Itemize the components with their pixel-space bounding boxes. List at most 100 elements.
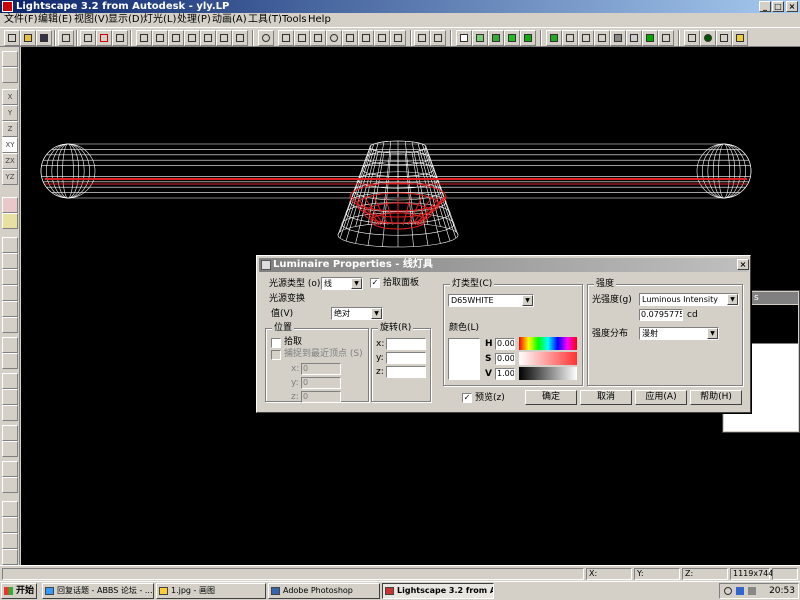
- orbit-icon[interactable]: [278, 30, 294, 46]
- add-point-icon[interactable]: [2, 461, 18, 477]
- textured-mode-icon[interactable]: [488, 30, 504, 46]
- roll-icon[interactable]: [390, 30, 406, 46]
- menu-tools[interactable]: Tools: [282, 13, 307, 27]
- edit-tool-icon-7[interactable]: [2, 441, 18, 457]
- view-cube-icon-1[interactable]: [136, 30, 152, 46]
- zoom-in-icon[interactable]: [326, 30, 342, 46]
- dialog-title-bar[interactable]: Luminaire Properties - 线灯具 ×: [259, 258, 749, 272]
- menu-tools-cn[interactable]: 工具(T): [248, 13, 282, 27]
- pick-checkbox[interactable]: [271, 338, 281, 348]
- ok-button[interactable]: 确定: [525, 390, 577, 405]
- wireframe-mode-icon[interactable]: [456, 30, 472, 46]
- view-cube-icon-6[interactable]: [216, 30, 232, 46]
- help-button[interactable]: 帮助(H): [690, 390, 742, 405]
- pos-z-field[interactable]: 0: [301, 391, 341, 403]
- person-tool-icon-1[interactable]: [2, 501, 18, 517]
- edit-tool-icon-5[interactable]: [2, 405, 18, 421]
- display-option-icon-4[interactable]: [594, 30, 610, 46]
- axis-z-button[interactable]: Z: [2, 121, 18, 137]
- intensity-unit-select[interactable]: Luminous Intensity ▼: [639, 293, 739, 306]
- zoom-icon[interactable]: [258, 30, 274, 46]
- minimize-button[interactable]: _: [759, 1, 771, 12]
- task-paint[interactable]: 1.jpg - 画图: [156, 583, 266, 599]
- start-button[interactable]: 开始: [1, 583, 37, 599]
- tray-network-icon[interactable]: [736, 587, 744, 595]
- help-question-icon[interactable]: [96, 30, 112, 46]
- shaded-mode-icon[interactable]: [504, 30, 520, 46]
- menu-help[interactable]: Help: [308, 13, 331, 27]
- undo-icon[interactable]: [58, 30, 74, 46]
- view-cube-icon-4[interactable]: [184, 30, 200, 46]
- display-option-icon-5[interactable]: [610, 30, 626, 46]
- value-slider[interactable]: [519, 367, 577, 380]
- rot-y-field[interactable]: [386, 352, 426, 364]
- menu-file[interactable]: 文件(F): [4, 13, 38, 27]
- hue-slider[interactable]: [519, 337, 577, 350]
- tray-app-icon[interactable]: [724, 587, 732, 595]
- saturation-slider[interactable]: [519, 352, 577, 365]
- view-cube-icon-2[interactable]: [152, 30, 168, 46]
- rotate-icon[interactable]: [374, 30, 390, 46]
- select-arrow-icon[interactable]: [2, 237, 18, 253]
- axis-y-button[interactable]: Y: [2, 105, 18, 121]
- walk-icon[interactable]: [358, 30, 374, 46]
- edit-tool-icon-4[interactable]: [2, 389, 18, 405]
- display-option-icon-8[interactable]: [658, 30, 674, 46]
- dialog-close-button[interactable]: ×: [737, 259, 749, 270]
- zoom-previous-icon[interactable]: [430, 30, 446, 46]
- select-tool-icon-4[interactable]: [2, 301, 18, 317]
- value-select[interactable]: 绝对 ▼: [331, 307, 383, 320]
- view-cube-icon-5[interactable]: [200, 30, 216, 46]
- new-file-icon[interactable]: [4, 30, 20, 46]
- select-tool-icon-5[interactable]: [2, 317, 18, 333]
- edit-tool-icon-6[interactable]: [2, 425, 18, 441]
- select-tool-icon-3[interactable]: [2, 285, 18, 301]
- open-file-icon[interactable]: [20, 30, 36, 46]
- cancel-button[interactable]: 取消: [580, 390, 632, 405]
- s-field[interactable]: 0.00: [495, 353, 515, 365]
- person-tool-icon-4[interactable]: [2, 549, 18, 565]
- dolly-icon[interactable]: [294, 30, 310, 46]
- task-browser[interactable]: 回复话题 - ABBS 论坛 - ...: [42, 583, 154, 599]
- apply-button[interactable]: 应用(A): [635, 390, 687, 405]
- color-swatch[interactable]: [448, 338, 480, 380]
- view-cube-icon-7[interactable]: [232, 30, 248, 46]
- intensity-field[interactable]: 0.0795775: [639, 309, 683, 321]
- rotate-view-icon[interactable]: [2, 67, 18, 83]
- preview-checkbox[interactable]: ✓: [462, 393, 472, 403]
- display-option-icon-6[interactable]: [626, 30, 642, 46]
- view-cube-icon-3[interactable]: [168, 30, 184, 46]
- menu-display[interactable]: 显示(D): [108, 13, 144, 27]
- walk-tool-icon[interactable]: [2, 477, 18, 493]
- menu-animation[interactable]: 动画(A): [212, 13, 247, 27]
- pos-x-field[interactable]: 0: [301, 363, 341, 375]
- rot-z-field[interactable]: [386, 366, 426, 378]
- close-button[interactable]: ×: [786, 1, 798, 12]
- plane-zx-button[interactable]: ZX: [2, 153, 18, 169]
- light-tool-icon-2[interactable]: [2, 213, 18, 229]
- display-option-icon-7[interactable]: [642, 30, 658, 46]
- zoom-window-icon[interactable]: [310, 30, 326, 46]
- maximize-button[interactable]: □: [772, 1, 784, 12]
- select-tool-icon-2[interactable]: [2, 269, 18, 285]
- pan-icon[interactable]: [342, 30, 358, 46]
- solid-mode-icon[interactable]: [472, 30, 488, 46]
- menu-edit[interactable]: 编辑(E): [38, 13, 72, 27]
- source-type-select[interactable]: 线 ▼: [321, 277, 363, 290]
- menu-process[interactable]: 处理(P): [177, 13, 211, 27]
- pos-y-field[interactable]: 0: [301, 377, 341, 389]
- task-lightscape[interactable]: Lightscape 3.2 from Aut...: [382, 583, 494, 599]
- lamp-type-select[interactable]: D65WHITE ▼: [448, 294, 534, 307]
- person-tool-icon-3[interactable]: [2, 533, 18, 549]
- process-icon[interactable]: [716, 30, 732, 46]
- h-field[interactable]: 0.00: [495, 338, 515, 350]
- plane-xy-button[interactable]: XY: [2, 137, 18, 153]
- app-title-bar[interactable]: Lightscape 3.2 from Autodesk - yly.LP _ …: [0, 0, 800, 13]
- print-icon[interactable]: [80, 30, 96, 46]
- menu-light[interactable]: 灯光(L): [143, 13, 176, 27]
- edit-tool-icon-3[interactable]: [2, 373, 18, 389]
- move-view-icon[interactable]: [2, 51, 18, 67]
- display-option-icon-1[interactable]: [546, 30, 562, 46]
- distribution-select[interactable]: 漫射 ▼: [639, 327, 719, 340]
- wizard-icon[interactable]: [732, 30, 748, 46]
